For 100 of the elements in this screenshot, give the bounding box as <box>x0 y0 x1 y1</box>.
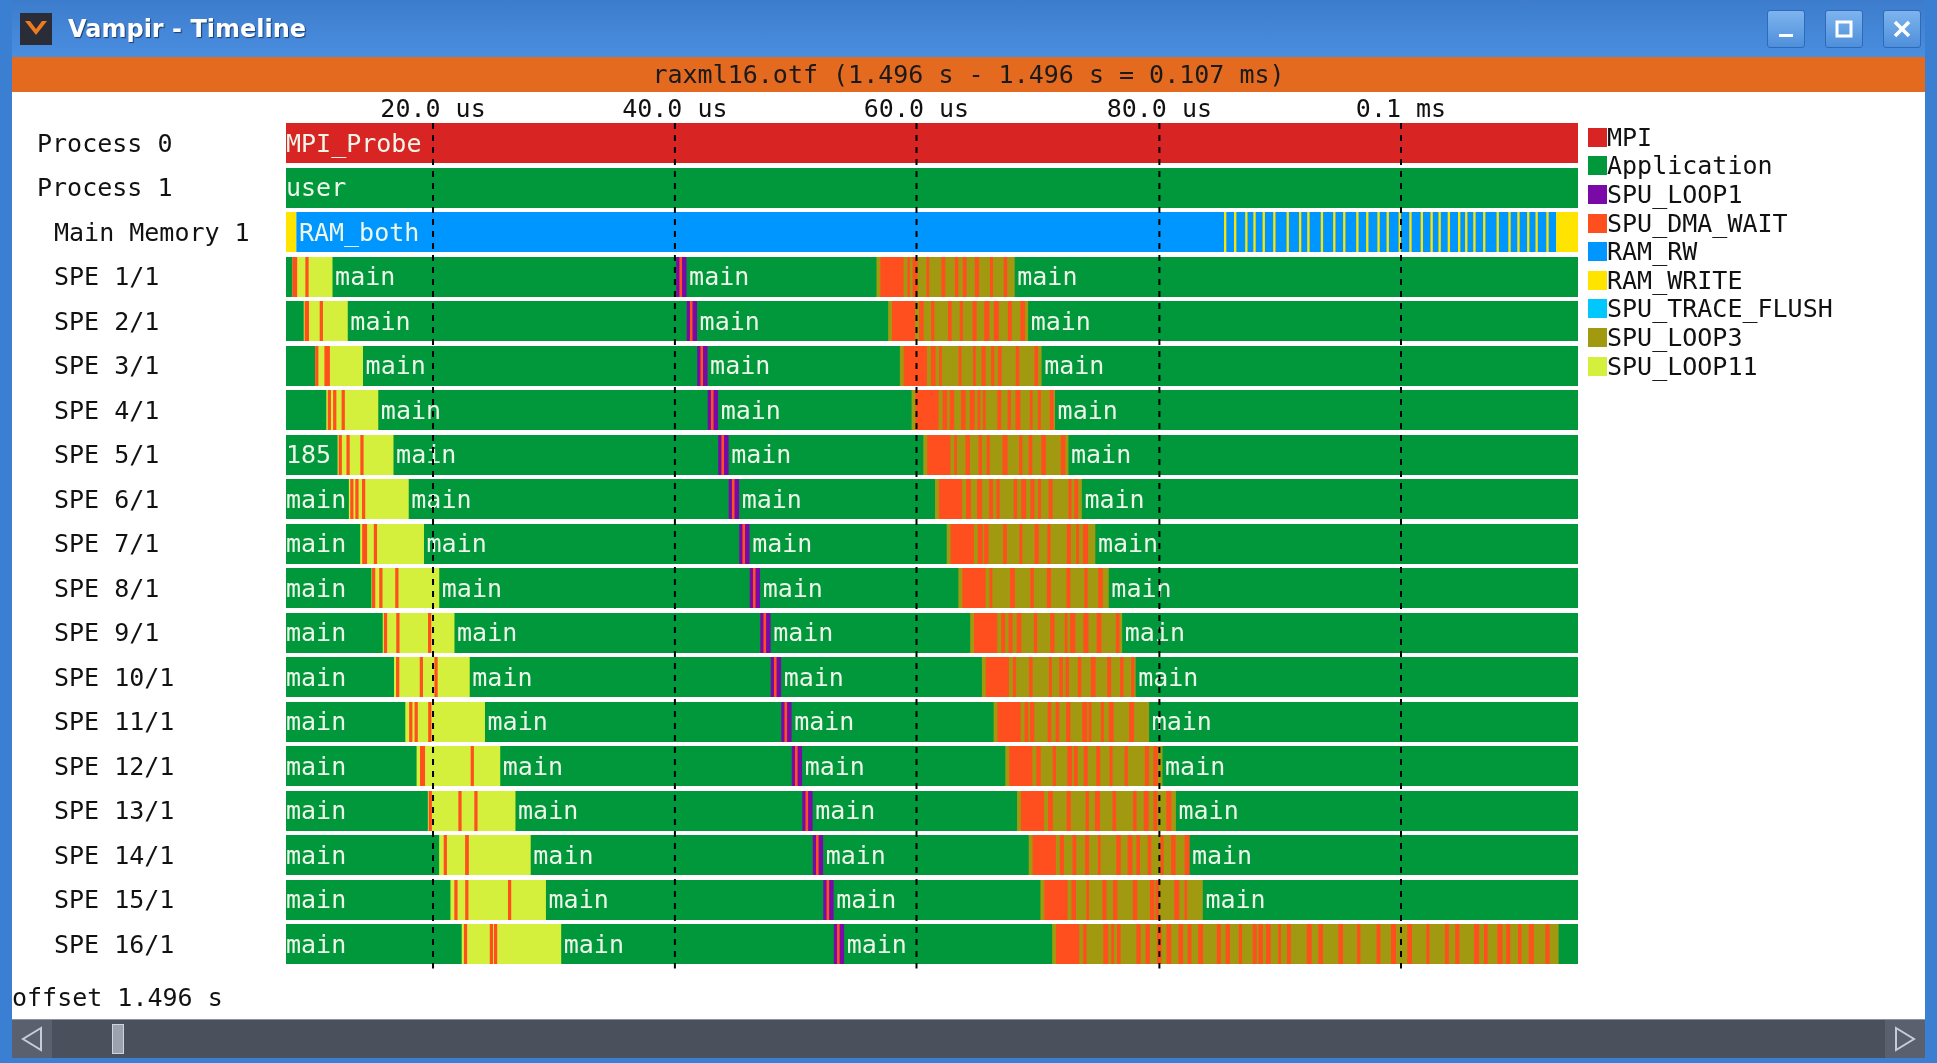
segment-label: main <box>441 572 503 605</box>
segment-label: main <box>380 394 442 427</box>
row-label: SPE 8/1 <box>54 572 160 605</box>
close-icon <box>1892 18 1912 39</box>
segment-label: main <box>286 617 347 649</box>
legend-label: RAM_RW <box>1607 237 1698 267</box>
axis-tick-label: 0.1 ms <box>1355 94 1447 123</box>
segment-label: main <box>1057 394 1118 427</box>
segment-label: 185 <box>286 439 332 471</box>
segment-label: main <box>1097 528 1159 560</box>
minimize-icon <box>1779 34 1793 37</box>
row-label: SPE 6/1 <box>54 483 160 516</box>
legend-label: SPU_LOOP1 <box>1607 180 1743 209</box>
trace-header: raxml16.otf (1.496 s - 1.496 s = 0.107 ms) <box>12 57 1925 92</box>
row-label: Process 1 <box>37 172 173 204</box>
segment-label: main <box>411 483 472 516</box>
segment-label: main <box>563 928 624 961</box>
segment-label: main <box>1084 483 1145 516</box>
close-button[interactable] <box>1883 9 1921 48</box>
row-label: SPE 4/1 <box>54 394 160 427</box>
segment-label: main <box>335 261 396 293</box>
minimize-button[interactable] <box>1767 9 1805 48</box>
segment-label: main <box>1205 884 1266 916</box>
row-label: SPE 1/1 <box>54 261 160 293</box>
segment-label: main <box>710 350 771 382</box>
row-label: Main Memory 1 <box>54 216 250 249</box>
legend-label: SPU_LOOP11 <box>1607 351 1758 381</box>
segment-label: user <box>286 172 347 204</box>
segment-label: main <box>773 617 834 649</box>
window-title: Vampir - Timeline <box>68 14 308 43</box>
row-label: SPE 12/1 <box>54 750 175 783</box>
axis-tick-label: 60.0 us <box>863 94 970 123</box>
axis-tick-label: 80.0 us <box>1106 94 1213 123</box>
segment-label: main <box>804 750 865 783</box>
row-label: SPE 9/1 <box>54 617 160 649</box>
segment-label: main <box>762 572 823 605</box>
segment-label: main <box>699 305 760 338</box>
segment-label: main <box>825 839 886 872</box>
segment-label: main <box>286 661 347 694</box>
segment-label: main <box>1151 706 1212 738</box>
scroll-right-button[interactable] <box>1885 1020 1925 1058</box>
row-label: SPE 10/1 <box>54 661 175 694</box>
row-label: SPE 13/1 <box>54 795 175 827</box>
segment-label: main <box>518 795 579 827</box>
segment-label: main <box>752 528 813 560</box>
segment-label: main <box>502 750 563 783</box>
segment-label: main <box>1124 617 1185 649</box>
row-label: SPE 3/1 <box>54 350 160 382</box>
row-label: SPE 15/1 <box>54 884 175 916</box>
segment-label: main <box>1044 350 1105 382</box>
legend-label: SPU_DMA_WAIT <box>1607 208 1788 238</box>
segment-label: main <box>1165 750 1226 783</box>
segment-label: main <box>1111 572 1172 605</box>
row-label: SPE 7/1 <box>54 528 160 560</box>
right-triangle-icon <box>1893 1026 1917 1052</box>
row-label: SPE 16/1 <box>54 928 175 961</box>
segment-label: main <box>1191 839 1253 872</box>
row-label: Process 0 <box>37 127 173 160</box>
segment-label: main <box>457 617 518 649</box>
segment-label: main <box>487 706 548 738</box>
segment-label: main <box>794 706 855 738</box>
segment-label: main <box>741 483 802 516</box>
segment-label: main <box>286 483 347 516</box>
segment-label: main <box>689 261 750 293</box>
segment-label: main <box>1138 661 1199 694</box>
legend-label: SPU_LOOP3 <box>1607 322 1743 352</box>
segment-label: main <box>426 528 487 560</box>
legend-label: MPI <box>1607 122 1653 152</box>
segment-label: RAM_both <box>298 216 420 249</box>
segment-label: main <box>286 572 347 605</box>
horizontal-scrollbar[interactable] <box>12 1019 1925 1058</box>
segment-label: main <box>533 839 594 872</box>
segment-label: main <box>365 350 426 382</box>
segment-label: main <box>286 528 347 560</box>
segment-label: main <box>396 439 457 471</box>
segment-label: main <box>1030 305 1091 338</box>
scrollbar-thumb[interactable] <box>112 1024 124 1054</box>
segment-label: main <box>1071 439 1132 471</box>
segment-label: main <box>720 394 781 427</box>
segment-label: main <box>1178 795 1239 827</box>
segment-label: main <box>815 795 876 827</box>
segment-label: main <box>286 884 347 916</box>
legend-label: SPU_TRACE_FLUSH <box>1607 294 1833 324</box>
segment-label: main <box>472 661 533 694</box>
legend-label: Application <box>1607 151 1773 181</box>
left-triangle-icon <box>20 1026 44 1052</box>
segment-label: main <box>286 928 347 961</box>
segment-label: main <box>286 795 347 827</box>
segment-label: main <box>286 839 347 872</box>
row-label: SPE 11/1 <box>54 706 175 738</box>
segment-label: main <box>836 884 897 916</box>
maximize-icon <box>1834 18 1854 39</box>
segment-label: main <box>731 439 792 471</box>
row-label: SPE 2/1 <box>54 305 160 338</box>
maximize-button[interactable] <box>1825 9 1863 48</box>
segment-label: main <box>1017 261 1078 293</box>
scroll-left-button[interactable] <box>12 1020 52 1058</box>
offset-text: offset 1.496 s <box>12 982 223 1012</box>
segment-label: MPI_Probe <box>286 127 422 160</box>
segment-label: main <box>846 928 907 961</box>
